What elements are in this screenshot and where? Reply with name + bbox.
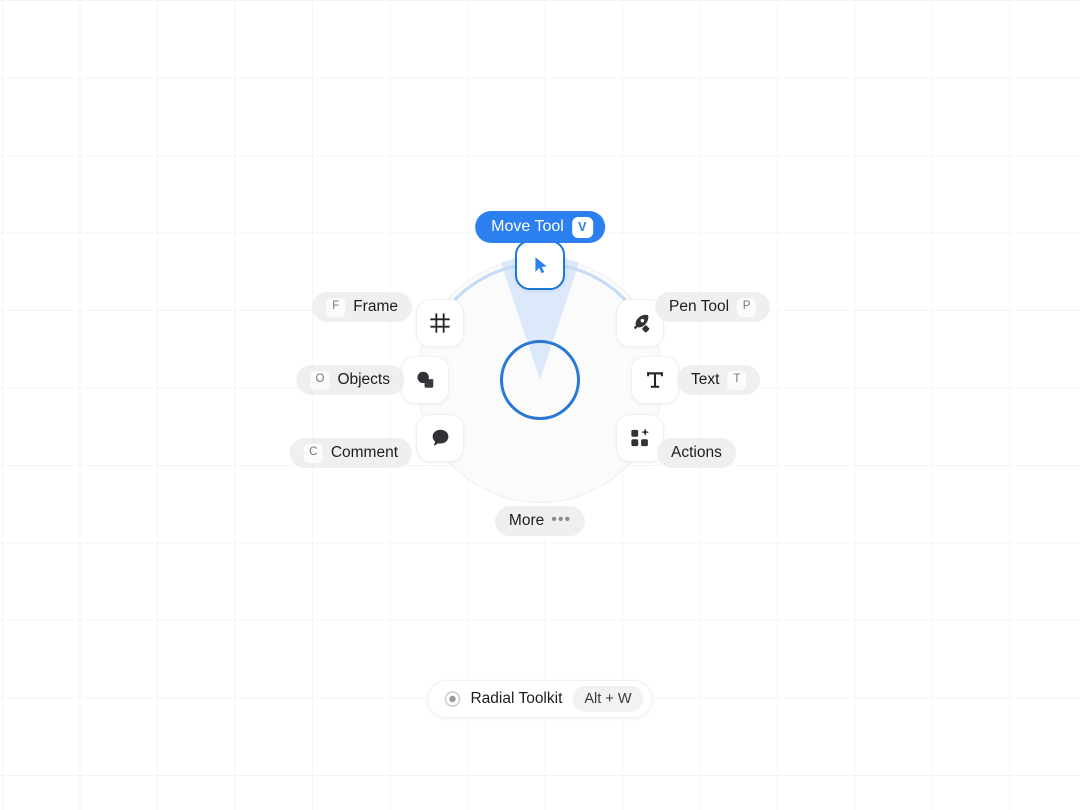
- radial-center-hub[interactable]: [500, 340, 580, 420]
- shortcut-badge: O: [310, 370, 330, 390]
- status-pill-title: Radial Toolkit: [470, 690, 563, 707]
- pen-nib-icon: [629, 312, 651, 334]
- speech-bubble-icon: [430, 427, 451, 448]
- status-pill-shortcut: Alt + W: [572, 686, 644, 712]
- tool-tile-comment[interactable]: [416, 413, 465, 462]
- shortcut-badge: P: [737, 297, 757, 317]
- status-pill[interactable]: Radial Toolkit Alt + W: [427, 680, 653, 718]
- tool-label-pen-tool[interactable]: Pen Tool P: [655, 292, 771, 322]
- shortcut-badge: V: [571, 216, 593, 238]
- more-button[interactable]: More •••: [494, 506, 586, 536]
- tool-label-text[interactable]: Text T: [677, 365, 761, 395]
- tool-tile-objects[interactable]: [401, 356, 449, 404]
- tool-tile-move-tool[interactable]: [515, 240, 565, 290]
- shortcut-badge: C: [303, 443, 323, 463]
- tool-label-move-tool[interactable]: Move Tool V: [475, 211, 605, 243]
- tool-label-text: Comment: [330, 444, 398, 462]
- tool-label-frame[interactable]: F Frame: [312, 292, 412, 322]
- more-label: More: [508, 512, 545, 530]
- tool-label-text: Pen Tool: [669, 298, 730, 316]
- target-radio-icon: [444, 691, 461, 707]
- frame-icon: [429, 312, 451, 334]
- cursor-arrow-icon: [529, 254, 551, 276]
- tool-label-text: Text: [691, 371, 720, 389]
- shapes-icon: [414, 369, 436, 391]
- tool-label-text: Objects: [337, 371, 390, 389]
- shortcut-badge: T: [727, 370, 747, 390]
- shortcut-badge: F: [326, 297, 346, 317]
- text-t-icon: [644, 369, 666, 391]
- tool-label-text: Move Tool: [491, 218, 564, 235]
- tool-tile-frame[interactable]: [416, 298, 465, 347]
- tool-label-actions[interactable]: Actions: [657, 438, 736, 468]
- grid-sparkle-icon: [629, 427, 651, 449]
- tool-label-text: Actions: [671, 444, 722, 462]
- tool-label-comment[interactable]: C Comment: [289, 438, 412, 468]
- ellipsis-icon: •••: [551, 510, 572, 528]
- tool-label-objects[interactable]: O Objects: [296, 365, 404, 395]
- tool-tile-text[interactable]: [631, 356, 679, 404]
- tool-label-text: Frame: [353, 298, 398, 316]
